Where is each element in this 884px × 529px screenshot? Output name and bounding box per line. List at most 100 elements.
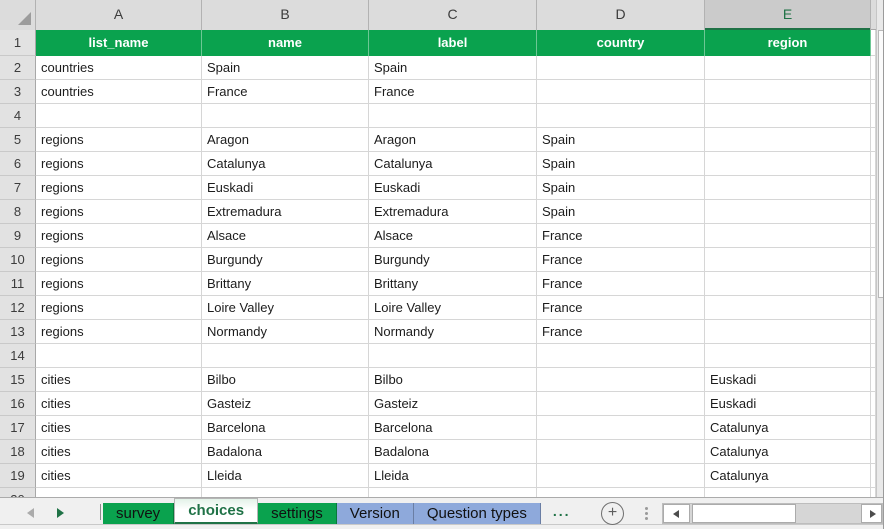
cell-d1[interactable]: country	[537, 30, 705, 56]
hscroll-left-button[interactable]	[663, 504, 690, 523]
cell-b2[interactable]: Spain	[202, 56, 369, 80]
cell-c9[interactable]: Alsace	[369, 224, 537, 248]
cell-a2[interactable]: countries	[36, 56, 202, 80]
cell-e9[interactable]	[705, 224, 871, 248]
cell-d15[interactable]	[537, 368, 705, 392]
cell-e17[interactable]: Catalunya	[705, 416, 871, 440]
row-header-14[interactable]: 14	[0, 344, 36, 368]
cell-d6[interactable]: Spain	[537, 152, 705, 176]
cell-e2[interactable]	[705, 56, 871, 80]
horizontal-scrollbar[interactable]	[662, 503, 883, 524]
cell-a1[interactable]: list_name	[36, 30, 202, 56]
cell-b19[interactable]: Lleida	[202, 464, 369, 488]
column-header-b[interactable]: B	[202, 0, 369, 30]
cell-d19[interactable]	[537, 464, 705, 488]
column-header-c[interactable]: C	[369, 0, 537, 30]
cell-c19[interactable]: Lleida	[369, 464, 537, 488]
cell-d3[interactable]	[537, 80, 705, 104]
cell-c17[interactable]: Barcelona	[369, 416, 537, 440]
sheet-nav-next-button[interactable]	[54, 507, 68, 519]
tab-bar-resize-handle[interactable]	[645, 505, 649, 521]
cell-e19[interactable]: Catalunya	[705, 464, 871, 488]
cell-a4[interactable]	[36, 104, 202, 128]
cell-c6[interactable]: Catalunya	[369, 152, 537, 176]
cell-b17[interactable]: Barcelona	[202, 416, 369, 440]
column-header-d[interactable]: D	[537, 0, 705, 30]
cell-b8[interactable]: Extremadura	[202, 200, 369, 224]
cell-e13[interactable]	[705, 320, 871, 344]
row-header-8[interactable]: 8	[0, 200, 36, 224]
cell-d11[interactable]: France	[537, 272, 705, 296]
cell-b13[interactable]: Normandy	[202, 320, 369, 344]
cell-a5[interactable]: regions	[36, 128, 202, 152]
cell-e14[interactable]	[705, 344, 871, 368]
cell-e16[interactable]: Euskadi	[705, 392, 871, 416]
cell-b18[interactable]: Badalona	[202, 440, 369, 464]
cell-b5[interactable]: Aragon	[202, 128, 369, 152]
cell-a17[interactable]: cities	[36, 416, 202, 440]
cell-c12[interactable]: Loire Valley	[369, 296, 537, 320]
cell-a10[interactable]: regions	[36, 248, 202, 272]
cell-e1[interactable]: region	[705, 30, 871, 56]
cell-a15[interactable]: cities	[36, 368, 202, 392]
row-header-4[interactable]: 4	[0, 104, 36, 128]
cell-b11[interactable]: Brittany	[202, 272, 369, 296]
cell-b20[interactable]	[202, 488, 369, 497]
cell-d2[interactable]	[537, 56, 705, 80]
cell-e15[interactable]: Euskadi	[705, 368, 871, 392]
hscroll-right-button[interactable]	[861, 504, 882, 523]
cell-d16[interactable]	[537, 392, 705, 416]
cell-a13[interactable]: regions	[36, 320, 202, 344]
cell-b10[interactable]: Burgundy	[202, 248, 369, 272]
sheet-tab-version[interactable]: Version	[337, 503, 414, 524]
row-header-9[interactable]: 9	[0, 224, 36, 248]
cell-e5[interactable]	[705, 128, 871, 152]
row-header-2[interactable]: 2	[0, 56, 36, 80]
cell-c1[interactable]: label	[369, 30, 537, 56]
row-header-5[interactable]: 5	[0, 128, 36, 152]
sheet-tab-choices[interactable]: choices	[174, 498, 258, 524]
cell-b14[interactable]	[202, 344, 369, 368]
cell-a3[interactable]: countries	[36, 80, 202, 104]
cell-a11[interactable]: regions	[36, 272, 202, 296]
cell-d20[interactable]	[537, 488, 705, 497]
cell-c11[interactable]: Brittany	[369, 272, 537, 296]
row-header-16[interactable]: 16	[0, 392, 36, 416]
cell-e8[interactable]	[705, 200, 871, 224]
cell-d9[interactable]: France	[537, 224, 705, 248]
row-header-17[interactable]: 17	[0, 416, 36, 440]
cell-c7[interactable]: Euskadi	[369, 176, 537, 200]
cell-b12[interactable]: Loire Valley	[202, 296, 369, 320]
cell-e18[interactable]: Catalunya	[705, 440, 871, 464]
cell-d18[interactable]	[537, 440, 705, 464]
vertical-scrollbar-thumb[interactable]	[878, 30, 884, 298]
cell-c10[interactable]: Burgundy	[369, 248, 537, 272]
cell-c18[interactable]: Badalona	[369, 440, 537, 464]
cell-d14[interactable]	[537, 344, 705, 368]
cell-a19[interactable]: cities	[36, 464, 202, 488]
sheet-tab-survey[interactable]: survey	[103, 503, 174, 524]
cell-c14[interactable]	[369, 344, 537, 368]
row-header-15[interactable]: 15	[0, 368, 36, 392]
select-all-button[interactable]	[0, 0, 36, 30]
cell-e10[interactable]	[705, 248, 871, 272]
row-header-3[interactable]: 3	[0, 80, 36, 104]
cell-b6[interactable]: Catalunya	[202, 152, 369, 176]
cell-b16[interactable]: Gasteiz	[202, 392, 369, 416]
cell-c4[interactable]	[369, 104, 537, 128]
row-header-12[interactable]: 12	[0, 296, 36, 320]
cell-c16[interactable]: Gasteiz	[369, 392, 537, 416]
cell-a18[interactable]: cities	[36, 440, 202, 464]
cell-e4[interactable]	[705, 104, 871, 128]
cell-a12[interactable]: regions	[36, 296, 202, 320]
cell-c13[interactable]: Normandy	[369, 320, 537, 344]
row-header-20[interactable]: 20	[0, 488, 36, 497]
cell-c20[interactable]	[369, 488, 537, 497]
cell-b7[interactable]: Euskadi	[202, 176, 369, 200]
cell-d13[interactable]: France	[537, 320, 705, 344]
row-header-7[interactable]: 7	[0, 176, 36, 200]
row-header-18[interactable]: 18	[0, 440, 36, 464]
cell-a9[interactable]: regions	[36, 224, 202, 248]
cell-d7[interactable]: Spain	[537, 176, 705, 200]
sheet-tab-settings[interactable]: settings	[258, 503, 337, 524]
